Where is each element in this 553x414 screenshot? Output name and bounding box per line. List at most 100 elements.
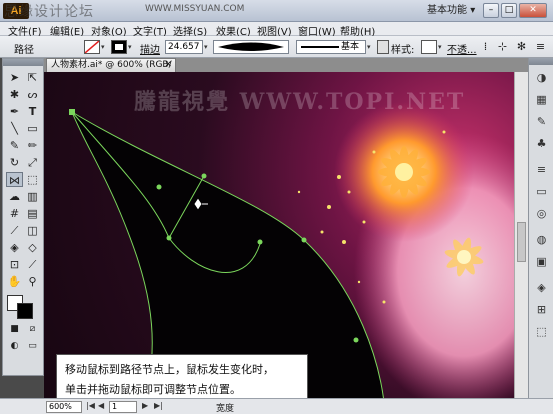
stroke-weight-field[interactable]: 24.657 xyxy=(165,40,203,54)
line-tool-icon[interactable]: ╲ xyxy=(6,121,23,136)
paintbrush-tool-icon[interactable]: ✎ xyxy=(6,138,23,153)
artboard-canvas[interactable]: 騰龍視覺 WWW.TOPI.NET 移动鼠标到路径节点上，鼠标发生变化时， 单击… xyxy=(44,72,514,398)
brushes-icon[interactable]: ✎ xyxy=(533,114,550,130)
none-mode-icon[interactable]: ⧄ xyxy=(24,322,41,337)
previous-artboard-button[interactable]: ◀ xyxy=(98,401,104,410)
gradient-icon[interactable]: ▭ xyxy=(533,184,550,200)
swatches-icon[interactable]: ▦ xyxy=(533,92,550,108)
title-bar: Ai 思缘设计论坛 WWW.MISSYUAN.COM 基本功能 ▾ – □ ✕ xyxy=(0,0,553,22)
opacity-link[interactable]: 不透... xyxy=(447,41,477,56)
vertical-scrollbar[interactable] xyxy=(514,72,528,398)
chevron-down-icon: ▾ xyxy=(470,5,476,16)
instruction-callout: 移动鼠标到路径节点上，鼠标发生变化时， 单击并拖动鼠标即可调整节点位置。 xyxy=(56,354,308,398)
variable-width-profile[interactable] xyxy=(213,40,289,54)
stroke-label[interactable]: 描边 xyxy=(140,41,160,56)
graphic-styles-icon[interactable]: ▣ xyxy=(533,254,550,270)
align-icon[interactable]: ⊞ xyxy=(533,302,550,318)
rotate-tool-icon[interactable]: ↻ xyxy=(6,155,23,170)
brush-name-label: 基本 xyxy=(341,42,360,52)
workspace-label: 基本功能 xyxy=(427,5,467,16)
panel-grip[interactable] xyxy=(529,58,553,65)
chevron-down-icon[interactable]: ▾ xyxy=(101,40,109,54)
workspace-switcher[interactable]: 基本功能 ▾ xyxy=(427,3,475,19)
live-paint-selection-tool-icon[interactable]: ◇ xyxy=(24,240,41,255)
document-tab[interactable]: 人物素材.ai* @ 600% (RGB/预览) ✕ xyxy=(46,58,176,83)
brush-options-icon[interactable] xyxy=(377,40,389,54)
pen-tool-icon[interactable]: ✒ xyxy=(6,104,23,119)
free-transform-tool-icon[interactable]: ⬚ xyxy=(24,172,41,187)
scrollbar-thumb[interactable] xyxy=(517,222,526,262)
pencil-tool-icon[interactable]: ✏ xyxy=(24,138,41,153)
forum-watermark: 思缘设计论坛 xyxy=(4,4,94,20)
chevron-down-icon[interactable]: ▾ xyxy=(367,40,375,54)
mesh-tool-icon[interactable]: # xyxy=(6,206,23,221)
fill-stroke-widget[interactable] xyxy=(7,295,37,319)
appearance-icon[interactable]: ◍ xyxy=(533,232,550,248)
fill-swatch[interactable] xyxy=(84,40,100,54)
artwork-svg xyxy=(69,102,514,398)
next-artboard-button[interactable]: ▶ xyxy=(142,401,148,410)
chevron-down-icon[interactable]: ▾ xyxy=(204,40,212,54)
symbol-sprayer-tool-icon[interactable]: ☁ xyxy=(6,189,23,204)
menu-bar: 文件(F) 编辑(E) 对象(O) 文字(T) 选择(S) 效果(C) 视图(V… xyxy=(0,22,553,38)
last-artboard-button[interactable]: ▶| xyxy=(154,401,163,410)
column-graph-tool-icon[interactable]: ▥ xyxy=(24,189,41,204)
transparency-icon[interactable]: ◎ xyxy=(533,206,550,222)
selection-tool-icon[interactable]: ➤ xyxy=(6,70,23,85)
direct-selection-tool-icon[interactable]: ⇱ xyxy=(24,70,41,85)
close-button[interactable]: ✕ xyxy=(519,3,547,18)
stroke-color-box[interactable] xyxy=(17,303,33,319)
gradient-tool-icon[interactable]: ▤ xyxy=(24,206,41,221)
selection-type-label: 路径 xyxy=(14,45,34,56)
chevron-down-icon[interactable]: ▾ xyxy=(438,40,446,54)
magic-wand-tool-icon[interactable]: ✱ xyxy=(6,87,23,102)
scale-tool-icon[interactable]: ⤢ xyxy=(24,155,41,170)
layers-icon[interactable]: ◈ xyxy=(533,280,550,296)
settings-icon[interactable]: ✻ xyxy=(513,39,530,54)
stroke-inner xyxy=(115,44,123,50)
stroke-icon[interactable]: ≡ xyxy=(533,162,550,178)
zoom-level-field[interactable]: 600% xyxy=(46,401,82,413)
color-mode-icon[interactable]: ■ xyxy=(6,322,23,337)
control-bar: 路径 ▾ ▾ 描边 24.657 ▾ 基本 ▾ 样式: ▾ 不透... ⁞ ⊹ … xyxy=(0,36,553,58)
slice-tool-icon[interactable]: ⟋ xyxy=(24,257,41,272)
status-bar: 600% |◀ ◀ 1 ▶ ▶| 宽度 xyxy=(44,398,553,414)
brush-definition[interactable]: 基本 xyxy=(296,40,366,54)
minimize-button[interactable]: – xyxy=(483,3,499,18)
type-tool-icon[interactable]: T xyxy=(24,104,41,119)
screen-mode-icon[interactable]: ▭ xyxy=(24,339,41,354)
first-artboard-button[interactable]: |◀ xyxy=(86,401,95,410)
site-url: WWW.MISSYUAN.COM xyxy=(145,4,245,14)
zoom-tool-icon[interactable]: ⚲ xyxy=(24,274,41,289)
panel-menu-icon[interactable]: ≡ xyxy=(532,39,549,54)
color-panel-icon[interactable]: ◑ xyxy=(533,70,550,86)
artboard-number-field[interactable]: 1 xyxy=(109,401,137,413)
no-fill-icon xyxy=(84,40,100,54)
close-icon[interactable]: ✕ xyxy=(164,59,172,72)
instruction-line-1: 移动鼠标到路径节点上，鼠标发生变化时， xyxy=(65,363,274,376)
blend-tool-icon[interactable]: ◫ xyxy=(24,223,41,238)
tools-panel: ➤ ⇱ ✱ ᔕ ✒ T ╲ ▭ ✎ ✏ ↻ ⤢ ⋈ ⬚ ☁ ▥ # ▤ ⟋ ◫ … xyxy=(2,58,44,376)
rectangle-tool-icon[interactable]: ▭ xyxy=(24,121,41,136)
symbols-icon[interactable]: ♣ xyxy=(533,136,550,152)
live-paint-tool-icon[interactable]: ◈ xyxy=(6,240,23,255)
stroke-swatch[interactable] xyxy=(111,40,127,54)
style-label: 样式: xyxy=(391,45,415,56)
draw-mode-icon[interactable]: ◐ xyxy=(6,339,23,354)
hand-tool-icon[interactable]: ✋ xyxy=(6,274,23,289)
width-profile-shape-icon xyxy=(218,42,284,51)
lasso-tool-icon[interactable]: ᔕ xyxy=(24,87,41,102)
artboard-tool-icon[interactable]: ⊡ xyxy=(6,257,23,272)
basic-brush-icon xyxy=(301,46,339,48)
transform-icon[interactable]: ⬚ xyxy=(533,324,550,340)
chevron-down-icon[interactable]: ▾ xyxy=(128,40,136,54)
collapsed-panels-dock: ◑ ▦ ✎ ♣ ≡ ▭ ◎ ◍ ▣ ◈ ⊞ ⬚ xyxy=(528,58,553,398)
maximize-button[interactable]: □ xyxy=(501,3,517,18)
transform-icon[interactable]: ⊹ xyxy=(494,39,511,54)
graphic-style-swatch[interactable] xyxy=(421,40,437,54)
status-text: 宽度 xyxy=(216,404,235,414)
eyedropper-tool-icon[interactable]: ⟋ xyxy=(6,223,23,238)
align-icon[interactable]: ⁞ xyxy=(477,39,494,54)
width-tool-icon[interactable]: ⋈ xyxy=(6,172,23,187)
panel-grip[interactable] xyxy=(3,59,43,66)
